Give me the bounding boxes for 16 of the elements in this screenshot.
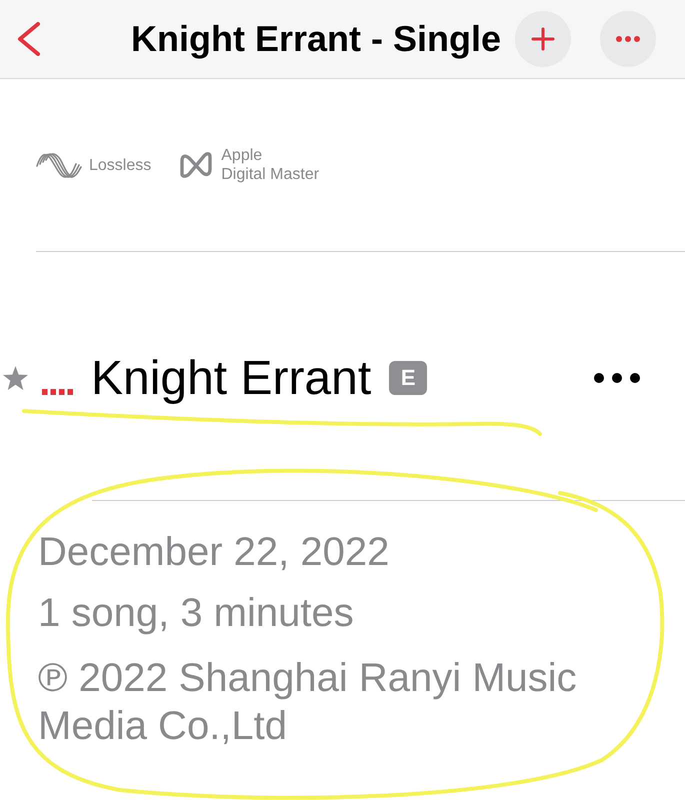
more-icon [616, 36, 640, 42]
bowtie-icon [178, 150, 214, 180]
more-icon [594, 373, 640, 383]
square-dots-icon [42, 389, 73, 395]
copyright-text: ℗ 2022 Shanghai Ranyi Music Media Co.,Ltd [38, 655, 578, 750]
wave-icon [36, 150, 82, 180]
chevron-left-icon [15, 21, 42, 57]
release-date: December 22, 2022 [38, 529, 390, 575]
badge-label: Apple Digital Master [221, 146, 320, 184]
explicit-badge: E [389, 361, 428, 395]
track-title: Knight Errant [91, 350, 372, 406]
more-button[interactable] [594, 373, 640, 383]
badge-label: Lossless [89, 156, 152, 174]
page-title: Knight Errant - Single [131, 18, 502, 60]
plus-icon [531, 27, 555, 51]
album-summary: 1 song, 3 minutes [38, 590, 355, 636]
